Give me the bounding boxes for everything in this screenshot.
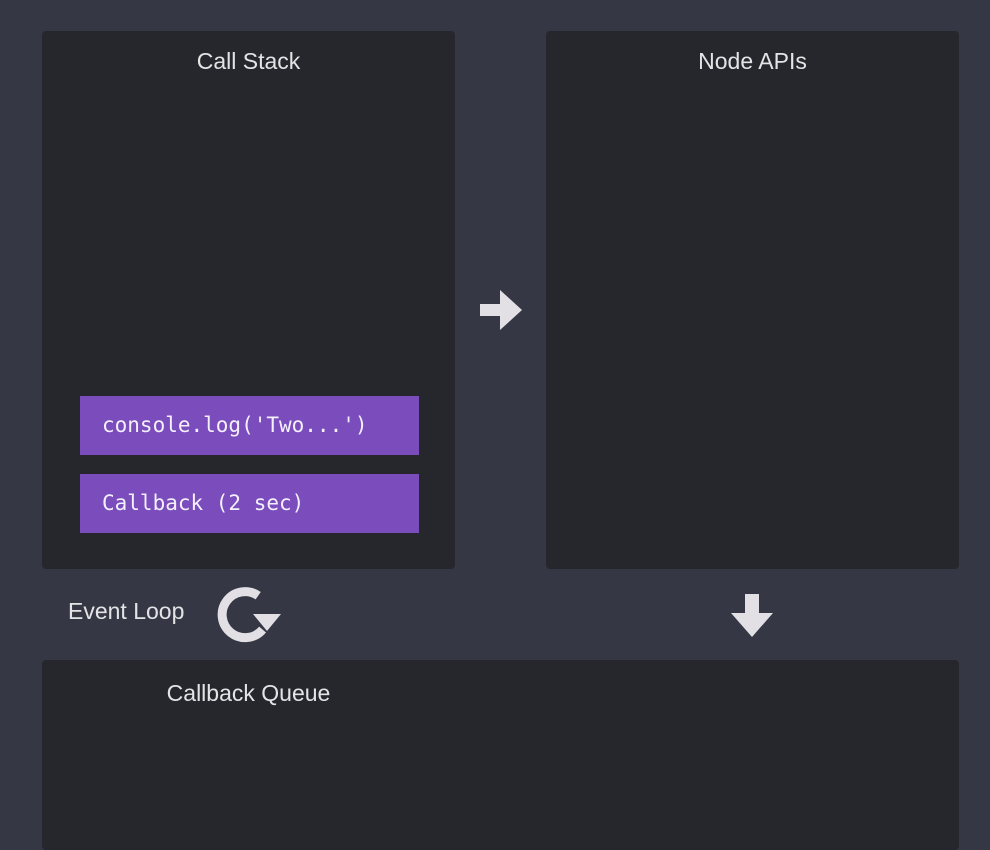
stack-frame-console-log: console.log('Two...') xyxy=(80,396,419,455)
event-loop-label: Event Loop xyxy=(68,598,185,624)
call-stack-panel: Call Stack console.log('Two...') Callbac… xyxy=(42,31,455,569)
arrow-right-icon xyxy=(480,290,522,330)
arrow-down-icon xyxy=(731,594,773,637)
callback-queue-panel: Callback Queue xyxy=(42,660,959,850)
callback-queue-title: Callback Queue xyxy=(166,680,331,706)
refresh-icon xyxy=(217,587,281,643)
node-apis-title: Node APIs xyxy=(698,48,807,74)
node-apis-panel: Node APIs xyxy=(546,31,959,569)
call-stack-title: Call Stack xyxy=(196,48,301,74)
stack-frame-callback: Callback (2 sec) xyxy=(80,474,419,533)
